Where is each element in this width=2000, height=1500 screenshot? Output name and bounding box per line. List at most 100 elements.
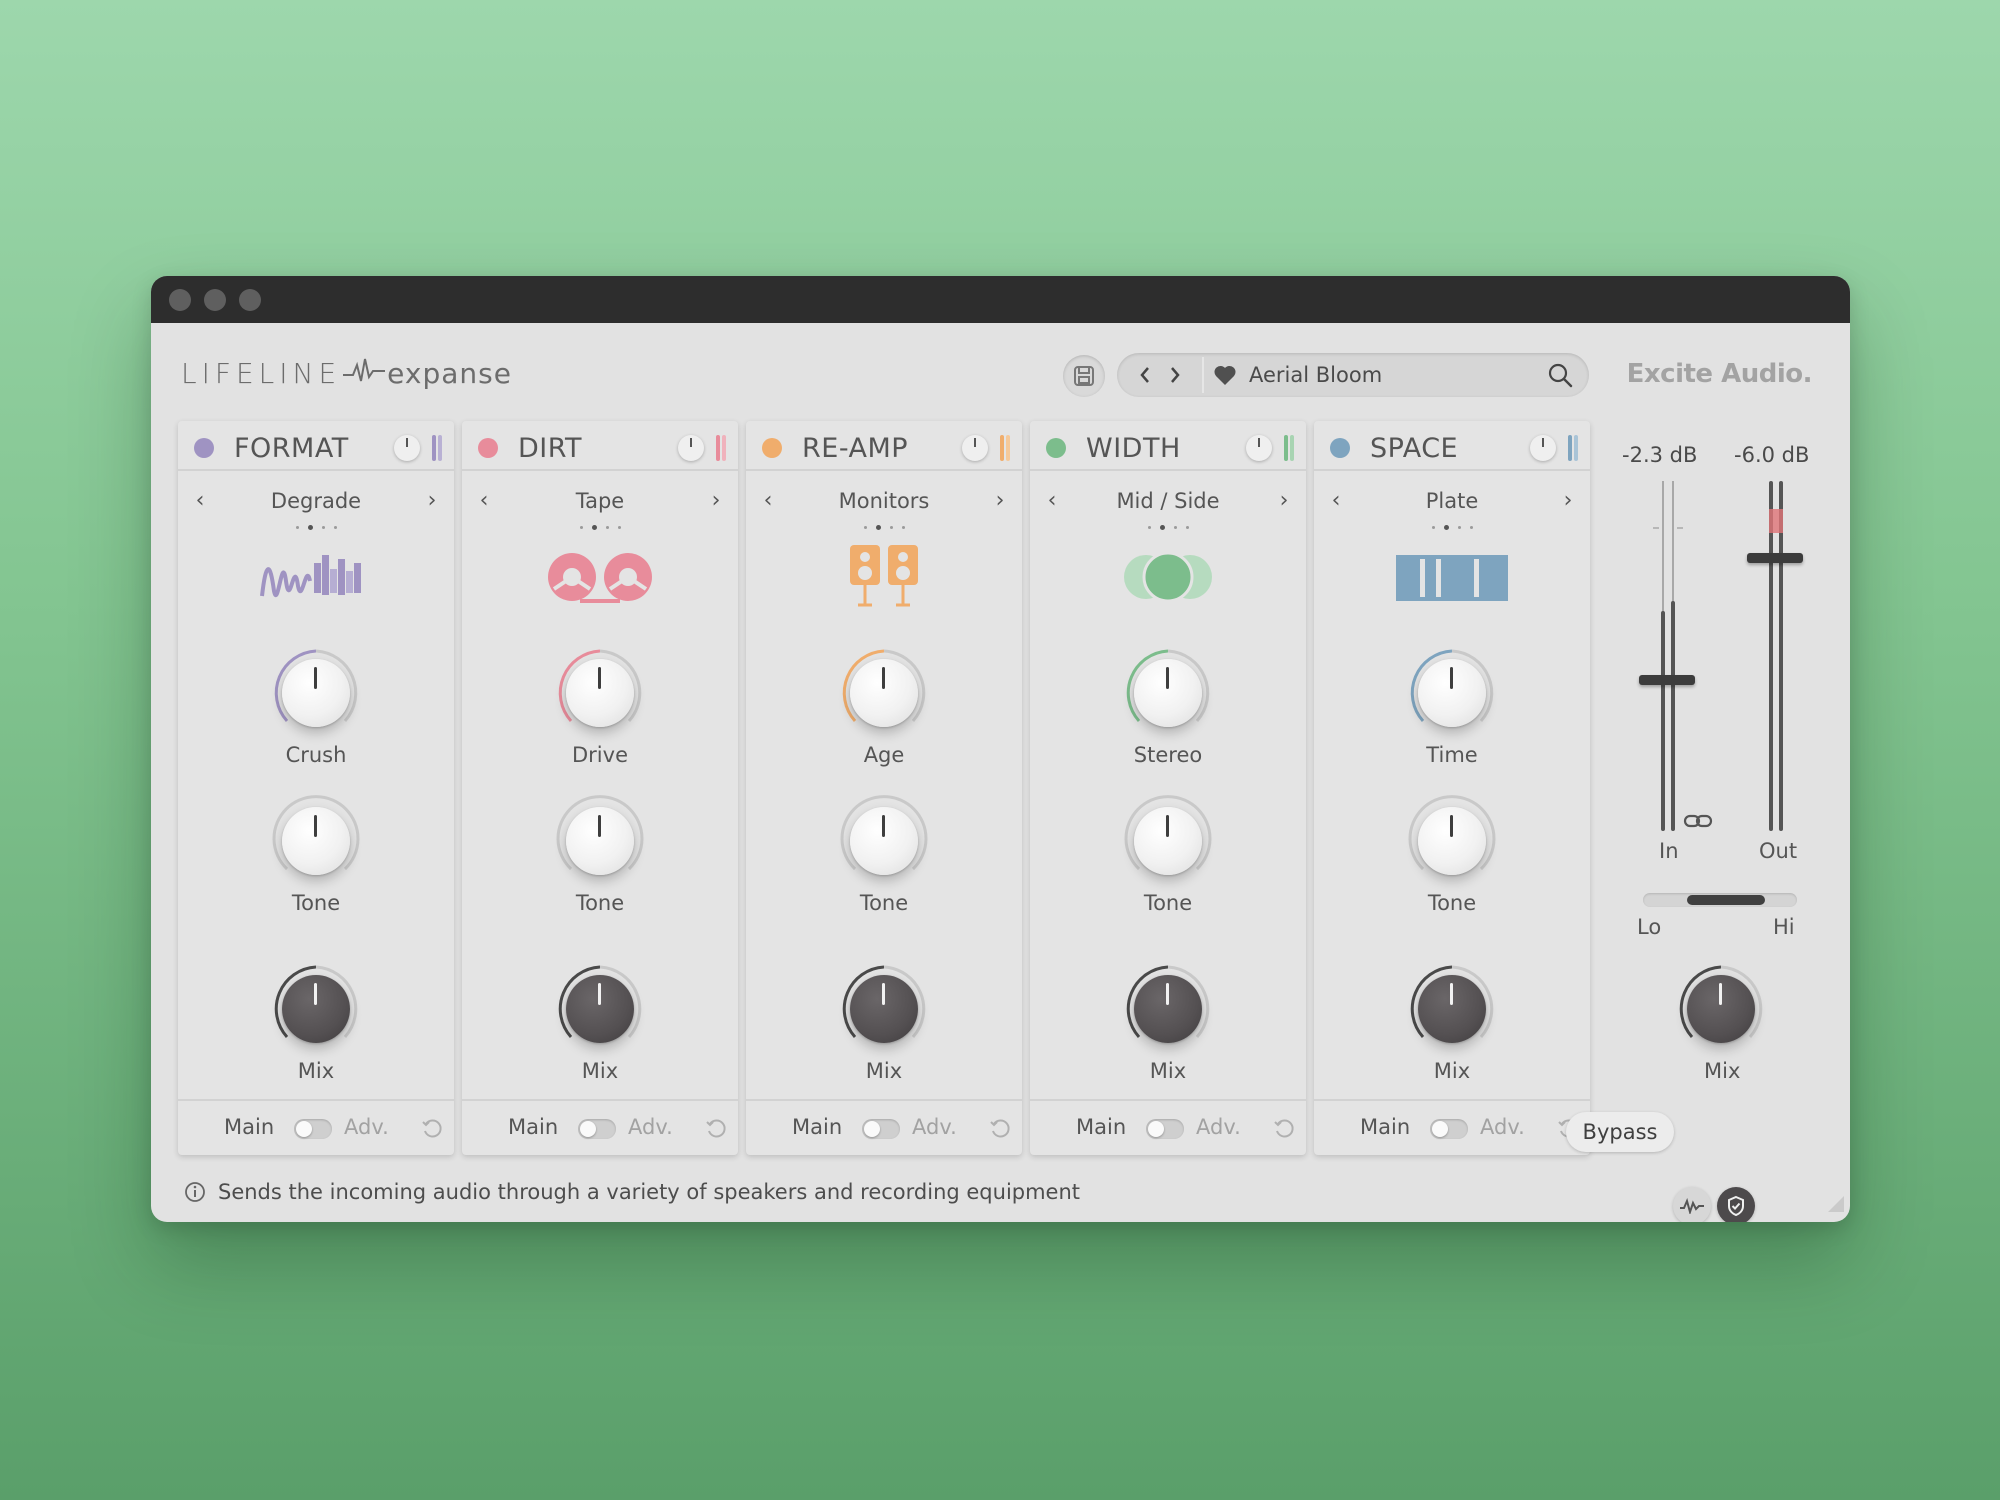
module-input-trim-knob[interactable] <box>1530 435 1556 461</box>
chevron-left-icon[interactable]: ‹ <box>1040 489 1064 515</box>
reset-icon[interactable] <box>1272 1117 1296 1141</box>
master-mix-knob[interactable] <box>1671 959 1771 1059</box>
fader-tick <box>1653 527 1659 529</box>
mix-label: Mix <box>1149 1059 1187 1083</box>
reset-icon[interactable] <box>988 1117 1012 1141</box>
reset-icon[interactable] <box>420 1117 444 1141</box>
module-footer: Main Adv. <box>462 1099 738 1155</box>
time-knob[interactable] <box>1402 643 1502 743</box>
tone-knob[interactable] <box>834 791 934 891</box>
main-adv-toggle[interactable] <box>1146 1119 1184 1139</box>
input-meter-right <box>1671 601 1675 831</box>
product-logo: LIFELINE expanse <box>181 353 512 390</box>
chevron-right-icon[interactable]: › <box>1272 489 1296 515</box>
preset-browser: Aerial Bloom <box>1117 353 1589 397</box>
module-level-meter <box>432 435 442 461</box>
tone-label: Tone <box>1143 891 1193 915</box>
speaker-monitors-icon <box>850 545 918 607</box>
waveform-view-button[interactable] <box>1673 1187 1711 1222</box>
chevron-right-icon <box>1171 367 1180 383</box>
input-gain-fader[interactable] <box>1639 675 1695 685</box>
drive-knob[interactable] <box>550 643 650 743</box>
module-power-led[interactable] <box>478 438 498 458</box>
lo-hi-range-handle[interactable] <box>1687 895 1765 905</box>
output-gain-fader[interactable] <box>1747 553 1803 563</box>
stereo-knob[interactable] <box>1118 643 1218 743</box>
module-power-led[interactable] <box>194 438 214 458</box>
save-preset-button[interactable] <box>1063 355 1105 397</box>
favorite-heart-icon[interactable] <box>1213 364 1237 386</box>
minimize-window-button[interactable] <box>204 289 226 311</box>
chevron-right-icon[interactable]: › <box>988 489 1012 515</box>
input-fader-label: In <box>1659 839 1679 863</box>
tone-knob[interactable] <box>1118 791 1218 891</box>
main-adv-toggle[interactable] <box>862 1119 900 1139</box>
resize-grip-icon[interactable] <box>1828 1196 1844 1212</box>
logo-main-text: LIFELINE <box>181 357 342 390</box>
chevron-left-icon[interactable]: ‹ <box>1324 489 1348 515</box>
search-icon[interactable] <box>1547 362 1573 388</box>
crush-knob[interactable] <box>266 643 366 743</box>
algorithm-page-dots <box>1314 525 1590 530</box>
main-adv-toggle[interactable] <box>1430 1119 1468 1139</box>
preset-name[interactable]: Aerial Bloom <box>1249 363 1382 387</box>
algorithm-selector: ‹ Monitors › <box>746 487 1022 517</box>
module-footer: Main Adv. <box>1030 1099 1306 1155</box>
mix-knob[interactable] <box>266 959 366 1059</box>
chevron-left-icon[interactable]: ‹ <box>472 489 496 515</box>
module-power-led[interactable] <box>1330 438 1350 458</box>
module-power-led[interactable] <box>762 438 782 458</box>
tone-knob[interactable] <box>1402 791 1502 891</box>
algorithm-page-dots <box>462 525 738 530</box>
main-adv-toggle[interactable] <box>294 1119 332 1139</box>
safety-limiter-button[interactable] <box>1717 1187 1755 1222</box>
module-input-trim-knob[interactable] <box>962 435 988 461</box>
chevron-left-icon <box>1140 367 1149 383</box>
module-power-led[interactable] <box>1046 438 1066 458</box>
output-meter-right <box>1779 481 1783 831</box>
tone-knob[interactable] <box>266 791 366 891</box>
module-footer: Main Adv. <box>178 1099 454 1155</box>
module-header: FORMAT <box>178 421 454 471</box>
chevron-right-icon[interactable]: › <box>1556 489 1580 515</box>
advanced-mode-label: Adv. <box>628 1115 673 1139</box>
tone-knob[interactable] <box>550 791 650 891</box>
mix-knob[interactable] <box>834 959 934 1059</box>
main-adv-toggle[interactable] <box>578 1119 616 1139</box>
module-input-trim-knob[interactable] <box>394 435 420 461</box>
mix-label: Mix <box>1433 1059 1471 1083</box>
link-icon[interactable] <box>1683 811 1713 831</box>
age-knob[interactable] <box>834 643 934 743</box>
algorithm-page-dots <box>1030 525 1306 530</box>
algorithm-selector: ‹ Degrade › <box>178 487 454 517</box>
stereo-width-icon <box>1124 551 1212 603</box>
next-preset-button[interactable] <box>1163 361 1187 389</box>
chevron-right-icon[interactable]: › <box>704 489 728 515</box>
mix-knob[interactable] <box>1118 959 1218 1059</box>
main-mode-label: Main <box>792 1115 843 1139</box>
module-footer: Main Adv. <box>746 1099 1022 1155</box>
fader-tick <box>1677 527 1683 529</box>
lo-hi-range-slider[interactable] <box>1643 893 1797 907</box>
chevron-right-icon[interactable]: › <box>420 489 444 515</box>
module-dirt: DIRT ‹ Tape › Drive Tone Mix Main Adv. <box>462 421 738 1155</box>
algorithm-page-dots <box>746 525 1022 530</box>
input-level-readout: -2.3 dB <box>1622 443 1698 467</box>
module-width: WIDTH ‹ Mid / Side › Stereo Tone Mix Mai… <box>1030 421 1306 1155</box>
chevron-left-icon[interactable]: ‹ <box>188 489 212 515</box>
bypass-button[interactable]: Bypass <box>1566 1112 1674 1152</box>
reset-icon[interactable] <box>704 1117 728 1141</box>
module-input-trim-knob[interactable] <box>678 435 704 461</box>
chevron-left-icon[interactable]: ‹ <box>756 489 780 515</box>
main-mode-label: Main <box>224 1115 275 1139</box>
module-footer: Main Adv. <box>1314 1099 1590 1155</box>
previous-preset-button[interactable] <box>1133 361 1157 389</box>
algorithm-name: Monitors <box>838 489 930 513</box>
mix-knob[interactable] <box>550 959 650 1059</box>
zoom-window-button[interactable] <box>239 289 261 311</box>
mix-knob[interactable] <box>1402 959 1502 1059</box>
plate-reverb-icon <box>1396 555 1508 601</box>
module-input-trim-knob[interactable] <box>1246 435 1272 461</box>
close-window-button[interactable] <box>169 289 191 311</box>
shield-icon <box>1728 1195 1744 1217</box>
